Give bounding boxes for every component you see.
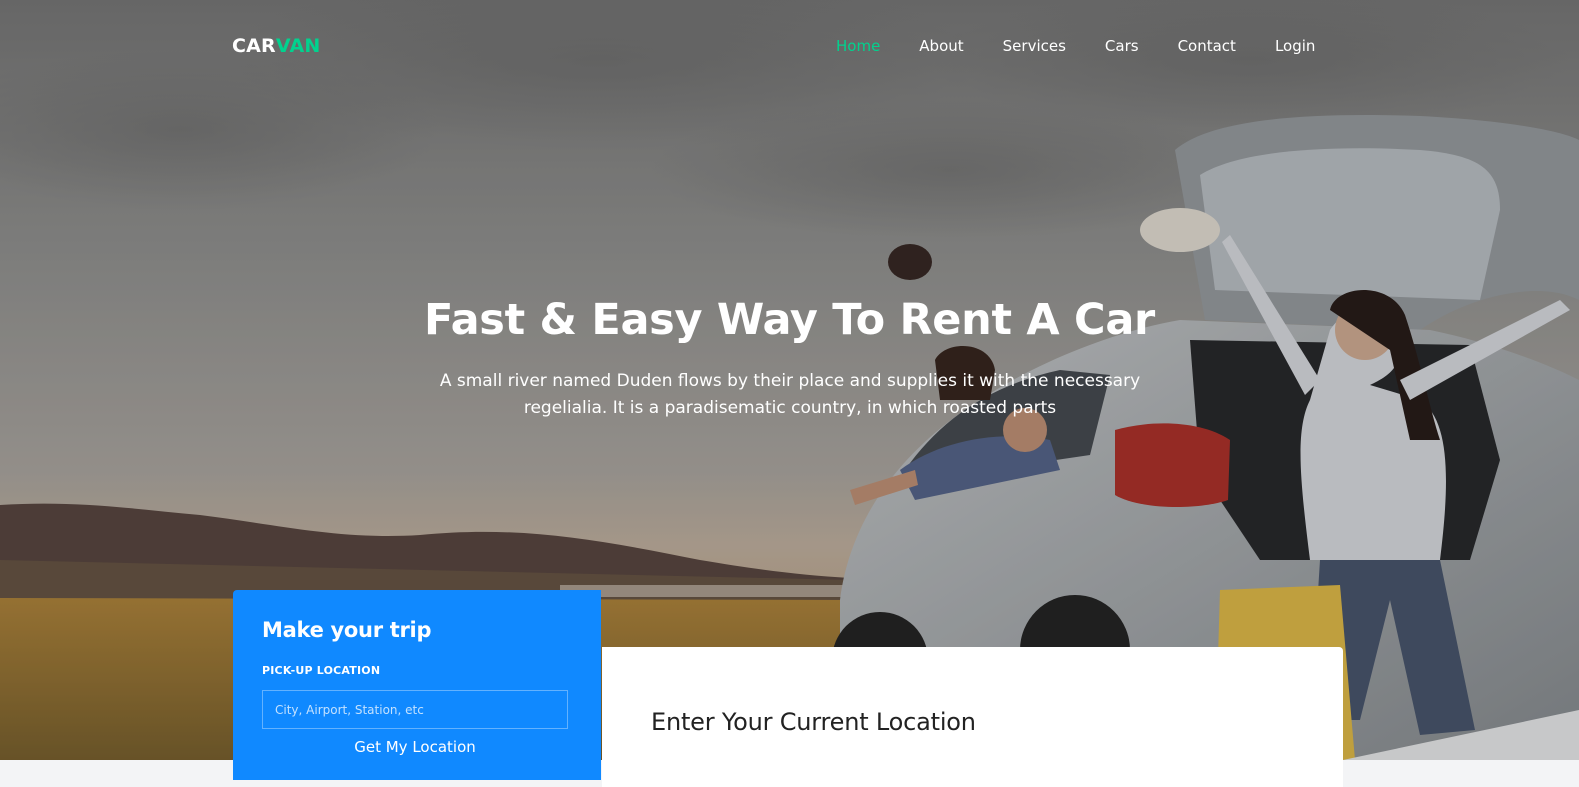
trip-form-title: Make your trip <box>262 618 432 642</box>
nav-item-home[interactable]: Home <box>836 35 880 57</box>
nav-item-services[interactable]: Services <box>1003 35 1066 57</box>
brand-logo[interactable]: CARVAN <box>232 33 321 59</box>
current-location-title: Enter Your Current Location <box>651 708 976 736</box>
current-location-panel: Enter Your Current Location <box>602 647 1343 787</box>
nav-item-contact[interactable]: Contact <box>1178 35 1236 57</box>
pickup-location-label: PICK-UP LOCATION <box>262 664 381 677</box>
trip-form-panel: Make your trip PICK-UP LOCATION Get My L… <box>233 590 601 780</box>
brand-logo-part-van: VAN <box>275 35 321 57</box>
brand-logo-part-car: CAR <box>232 35 276 57</box>
nav-item-cars[interactable]: Cars <box>1105 35 1139 57</box>
main-nav: Home About Services Cars Contact Login <box>836 35 1354 57</box>
navbar: CARVAN Home About Services Cars Contact … <box>0 0 1579 92</box>
nav-item-login[interactable]: Login <box>1275 35 1315 57</box>
hero-subtitle: A small river named Duden flows by their… <box>439 371 1141 418</box>
hero-title: Fast & Easy Way To Rent A Car <box>424 295 1155 345</box>
pickup-location-input[interactable] <box>262 690 568 729</box>
nav-item-about[interactable]: About <box>919 35 963 57</box>
get-my-location-button[interactable]: Get My Location <box>262 736 568 758</box>
